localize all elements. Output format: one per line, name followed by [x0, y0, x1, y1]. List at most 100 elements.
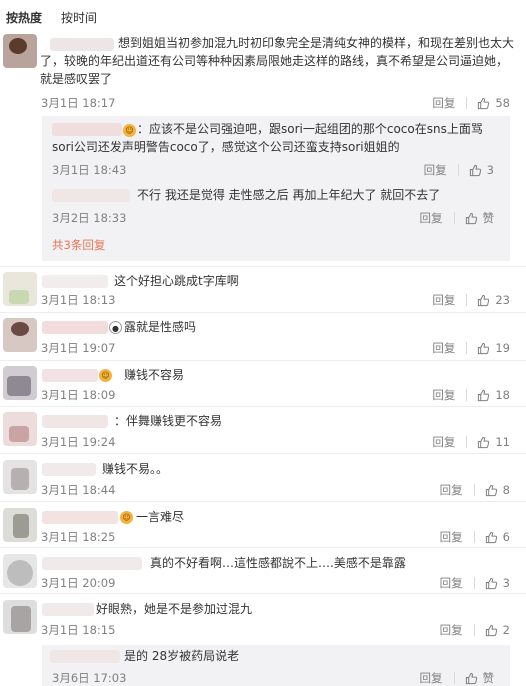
reply-button[interactable]: 回复 [432, 434, 455, 450]
tab-hot[interactable]: 按热度 [6, 9, 42, 27]
like-button[interactable]: 3 [485, 576, 510, 590]
username[interactable] [42, 557, 142, 570]
like-button[interactable]: 8 [485, 483, 510, 497]
avatar[interactable] [3, 412, 37, 446]
thumbs-up-icon [485, 484, 497, 496]
reply-button[interactable]: 回复 [432, 387, 455, 403]
comment-text: 想到姐姐当初参加混九时初印象完全是清纯女神的模样，和现在差别也太大了，较晚的年纪… [40, 36, 515, 86]
comment-text: 赚钱不易。。 [102, 462, 169, 476]
comment-text: ：伴舞赚钱更不容易 [114, 414, 223, 428]
comment-actions: 回复 11 [432, 434, 510, 450]
username[interactable] [42, 321, 108, 334]
reply-text: 是的 28岁被药局说老 [124, 649, 240, 663]
like-count: 18 [495, 388, 510, 402]
like-count: 11 [495, 435, 510, 449]
username[interactable] [42, 369, 98, 382]
thumbs-up-icon [465, 672, 477, 684]
comment-time: 3月1日 18:17 [41, 96, 116, 110]
reply-button[interactable]: 回复 [420, 670, 443, 686]
reply-time: 3月1日 18:43 [52, 163, 127, 177]
divider [0, 593, 526, 594]
reply-button[interactable]: 回复 [440, 482, 463, 498]
like-count: 赞 [482, 671, 495, 685]
reply-button[interactable]: 回复 [440, 529, 463, 545]
reply-button[interactable]: 回复 [420, 210, 443, 226]
divider [0, 312, 526, 313]
divider [0, 501, 526, 502]
thumbs-up-icon [485, 531, 497, 543]
comment-time: 3月1日 18:25 [41, 530, 116, 544]
like-button[interactable]: 11 [477, 435, 510, 449]
comment-text: 赚钱不容易 [124, 368, 185, 382]
like-button[interactable]: 18 [477, 388, 510, 402]
avatar[interactable] [3, 600, 37, 634]
comment-actions: 回复 18 [432, 387, 510, 403]
like-button[interactable]: 2 [485, 623, 510, 637]
like-button[interactable]: 6 [485, 530, 510, 544]
comment-time: 3月1日 18:09 [41, 388, 116, 402]
like-button[interactable]: 19 [477, 341, 510, 355]
like-count: 2 [502, 623, 510, 637]
divider [0, 547, 526, 548]
thumbs-up-icon [478, 294, 490, 306]
tab-time[interactable]: 按时间 [61, 9, 97, 27]
thumbs-up-icon [485, 624, 497, 636]
avatar[interactable] [3, 460, 37, 494]
like-count: 3 [486, 163, 494, 177]
username[interactable] [42, 511, 118, 524]
reply-button[interactable]: 回复 [424, 162, 447, 178]
reply-list: 是的 28岁被药局说老 3月6日 17:03 回复 赞 [42, 645, 510, 686]
reply-button[interactable]: 回复 [440, 575, 463, 591]
reply-text: ：应该不是公司强迫吧，跟sori一起组团的那个coco在sns上面骂sori公司… [52, 122, 483, 154]
like-count: 6 [502, 530, 510, 544]
divider [0, 406, 526, 407]
username[interactable] [42, 603, 94, 616]
avatar[interactable] [3, 508, 37, 542]
reply-text: 不行 我还是觉得 走性感之后 再加上年纪大了 就回不去了 [137, 188, 441, 202]
comment-text: 真的不好看啊…這性感都說不上….美感不是靠露 [150, 556, 406, 570]
comment-text: 一言难尽 [136, 510, 185, 524]
reply-actions: 回复 赞 [420, 670, 495, 686]
divider [0, 360, 526, 361]
comment-actions: 回复 58 [432, 95, 510, 111]
reply-time: 3月2日 18:33 [52, 211, 127, 225]
reply-button[interactable]: 回复 [432, 95, 455, 111]
reply-username[interactable] [52, 189, 130, 202]
username[interactable] [42, 463, 96, 476]
reply-button[interactable]: 回复 [432, 340, 455, 356]
action-divider [466, 97, 468, 109]
avatar[interactable] [3, 554, 37, 588]
like-button[interactable]: 3 [469, 163, 494, 177]
comment-time: 3月1日 19:07 [41, 341, 116, 355]
avatar[interactable] [3, 34, 37, 68]
divider [0, 266, 526, 267]
more-replies-link[interactable]: 共3条回复 [52, 237, 105, 253]
comment-actions: 回复 19 [432, 340, 510, 356]
like-button[interactable]: 赞 [465, 670, 495, 686]
like-count: 58 [495, 96, 510, 110]
like-button[interactable]: 23 [477, 293, 510, 307]
username[interactable] [42, 275, 108, 288]
action-divider [457, 164, 459, 176]
avatar[interactable] [3, 366, 37, 400]
reply-button[interactable]: 回复 [432, 292, 455, 308]
comment-time: 3月1日 18:15 [41, 623, 116, 637]
like-count: 23 [495, 293, 510, 307]
like-count: 19 [495, 341, 510, 355]
emoji-icon: ☺ [99, 369, 112, 382]
avatar[interactable] [3, 272, 37, 306]
like-button[interactable]: 58 [477, 96, 510, 110]
reply-actions: 回复 3 [424, 162, 494, 178]
reply-username[interactable] [50, 650, 120, 663]
avatar[interactable] [3, 318, 37, 352]
reply-button[interactable]: 回复 [440, 622, 463, 638]
action-divider [453, 212, 455, 224]
comment-time: 3月1日 18:44 [41, 483, 116, 497]
thumbs-up-icon [478, 389, 490, 401]
comment-time: 3月1日 20:09 [41, 576, 116, 590]
sort-tabs: 按热度 按时间 [6, 9, 116, 27]
username[interactable] [42, 415, 108, 428]
reply-list: ☺ ：应该不是公司强迫吧，跟sori一起组团的那个coco在sns上面骂sori… [42, 116, 510, 261]
like-button[interactable]: 赞 [465, 210, 494, 226]
comment-actions: 回复 2 [440, 622, 510, 638]
